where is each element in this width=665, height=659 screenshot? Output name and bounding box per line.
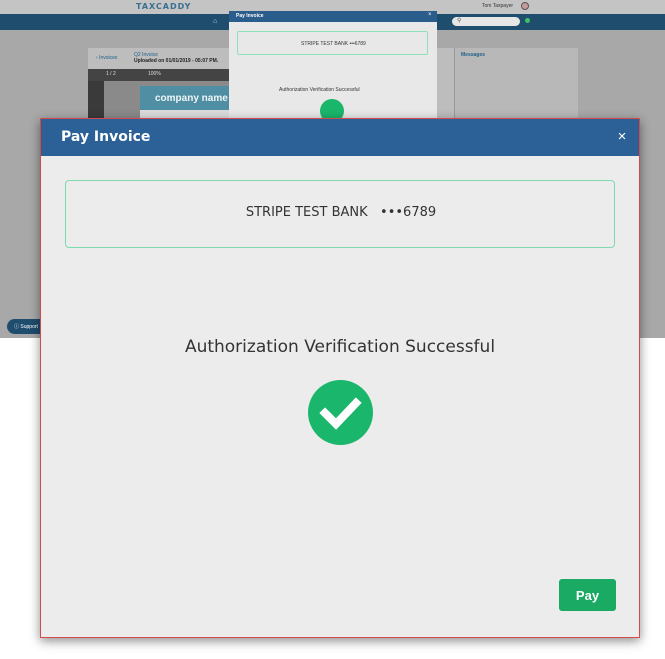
- bank-account-text: STRIPE TEST BANK •••6789: [66, 205, 616, 220]
- background-pay-modal: Pay Invoice × STRIPE TEST BANK •••6789 A…: [229, 11, 437, 131]
- flag-icon[interactable]: [521, 2, 529, 10]
- modal-header: Pay Invoice ×: [41, 119, 639, 156]
- messages-title: Messages: [461, 52, 485, 58]
- search-input[interactable]: [452, 17, 520, 26]
- check-circle-icon: [308, 380, 373, 445]
- bank-masked-number: •••6789: [380, 205, 437, 220]
- status-message: Authorization Verification Successful: [184, 337, 496, 357]
- document-subtitle: Uploaded on 01/01/2019 - 05:07 PM.: [134, 58, 219, 64]
- bank-account-box: STRIPE TEST BANK •••6789: [65, 180, 615, 248]
- support-label: Support: [20, 324, 38, 330]
- mini-close-icon[interactable]: ×: [428, 12, 432, 18]
- app-logo: TAXCADDY: [136, 2, 192, 11]
- mini-bank-text: STRIPE TEST BANK •••6789: [301, 41, 366, 47]
- mini-modal-title: Pay Invoice: [236, 13, 264, 19]
- back-to-invoices-link[interactable]: ‹ Invoices: [96, 55, 117, 61]
- modal-title: Pay Invoice: [61, 129, 151, 145]
- close-icon[interactable]: ×: [614, 128, 630, 146]
- user-menu[interactable]: Tom Taxpayer: [482, 3, 513, 9]
- home-icon[interactable]: ⌂: [213, 18, 217, 25]
- pdf-zoom-select[interactable]: 100%: [148, 71, 161, 77]
- pay-invoice-modal: Pay Invoice × STRIPE TEST BANK •••6789 A…: [40, 118, 640, 638]
- status-dot-icon: [525, 18, 530, 23]
- pdf-page-indicator[interactable]: 1 / 2: [106, 71, 116, 77]
- pdf-company-name: company name: [155, 93, 228, 104]
- mini-status-text: Authorization Verification Successful: [279, 87, 360, 93]
- search-icon: ⚲: [457, 18, 462, 24]
- bank-name: STRIPE TEST BANK: [245, 205, 368, 220]
- pay-button[interactable]: Pay: [559, 579, 616, 611]
